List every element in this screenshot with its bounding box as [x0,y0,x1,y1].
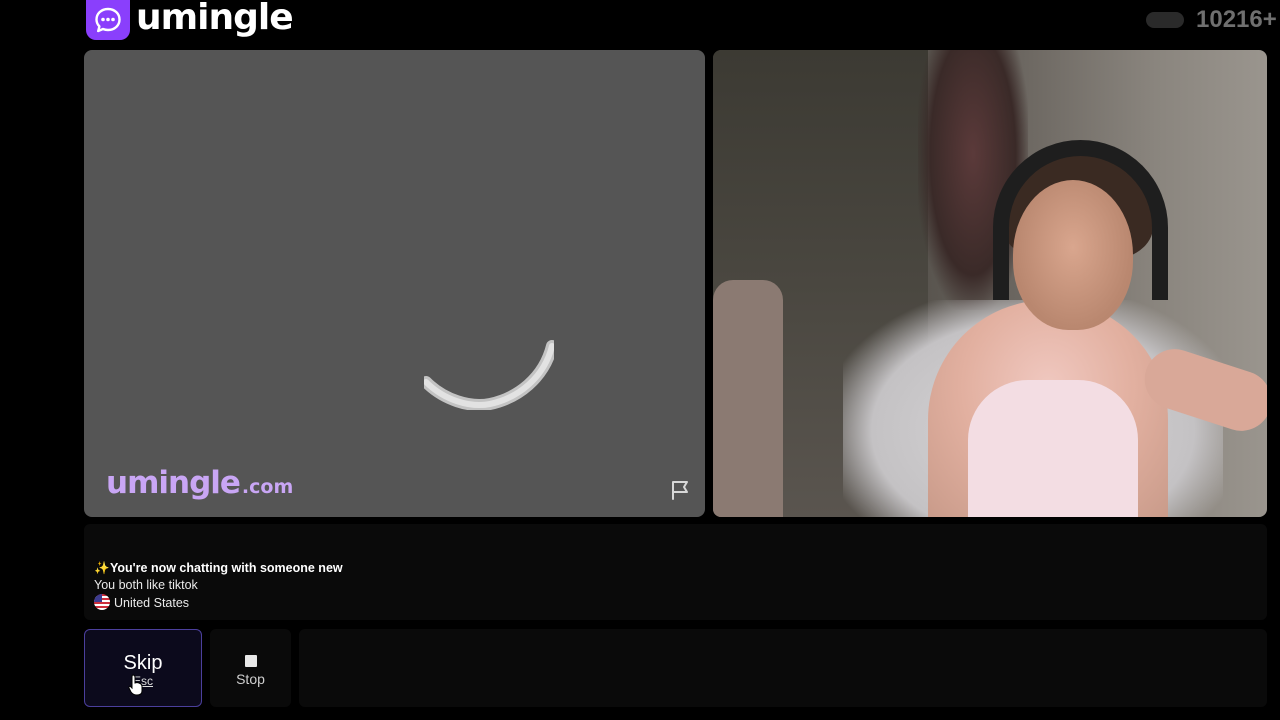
logo[interactable]: umingle [86,0,294,40]
intro-text: You're now chatting with someone new [110,561,343,575]
stop-icon [244,655,257,667]
umingle-chat-page: umingle 10216+ umingle .com ✨You're now c… [0,0,1280,720]
chat-bubble-icon [86,0,130,40]
us-flag-icon [94,594,110,610]
video-background-chair [713,280,783,517]
intro-line: ✨You're now chatting with someone new [94,560,343,577]
stranger-video: umingle .com [84,50,705,517]
watermark-suffix: .com [241,476,294,498]
pointer-cursor-icon [128,674,143,696]
country-line: United States [94,594,343,612]
stop-label: Stop [236,671,265,687]
interest-line: You both like tiktok [94,578,198,592]
country-text: United States [114,596,190,610]
chat-log: ✨You're now chatting with someone new Yo… [84,524,1267,620]
skip-label: Skip [123,652,163,674]
headphones [993,140,1168,300]
flag-icon[interactable] [669,479,693,501]
person-top [968,380,1138,517]
toggle-switch[interactable] [1146,12,1184,28]
watermark: umingle .com [106,465,293,501]
spinner-icon [424,340,554,410]
watermark-main: umingle [106,465,241,501]
header-status: 10216+ [1146,6,1280,34]
system-message: ✨You're now chatting with someone new Yo… [94,560,343,612]
stop-button[interactable]: Stop [210,629,291,707]
sparkle-icon: ✨ [94,561,110,575]
self-video [713,50,1267,517]
logo-text: umingle [136,0,294,38]
message-input[interactable] [299,629,1267,707]
online-count: 10216+ [1196,6,1277,33]
